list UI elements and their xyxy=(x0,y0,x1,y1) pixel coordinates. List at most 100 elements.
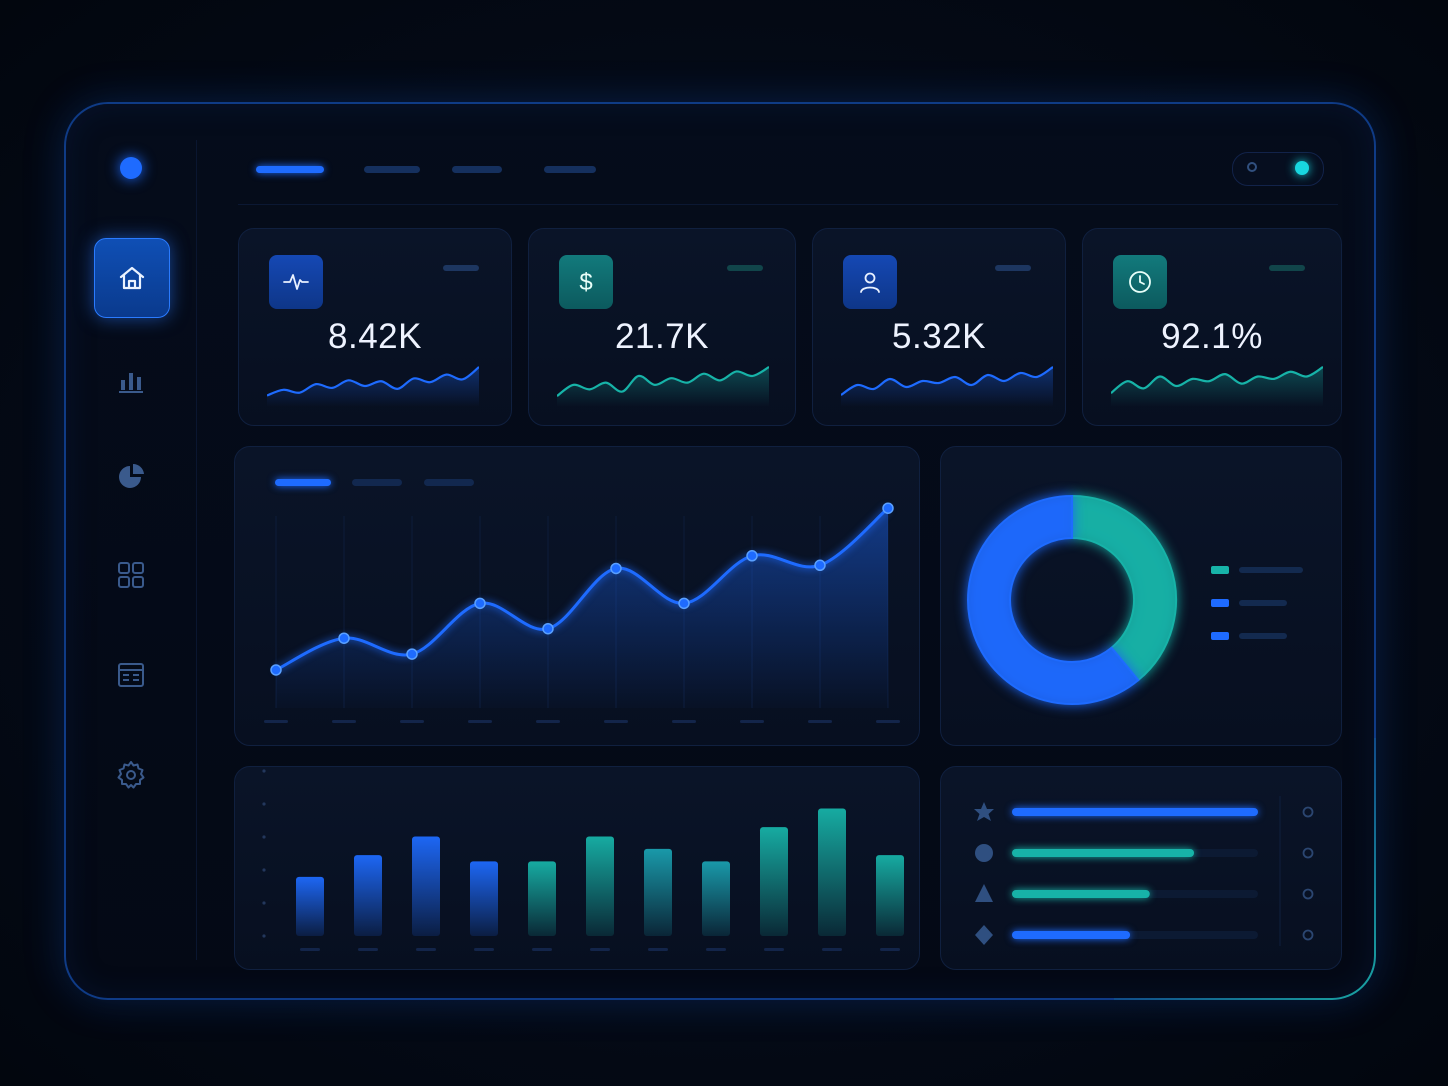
clock-icon xyxy=(1113,255,1167,309)
bar xyxy=(876,855,904,936)
legend-label xyxy=(1239,600,1287,606)
bar xyxy=(586,836,614,936)
kpi-badge xyxy=(995,265,1031,271)
kpi-card-uptime[interactable]: 92.1% xyxy=(1082,228,1342,426)
sidebar-item-home[interactable] xyxy=(94,238,170,318)
tab-2[interactable] xyxy=(364,166,420,173)
bar xyxy=(470,861,498,936)
x-tick-label xyxy=(672,720,696,723)
x-tick-label xyxy=(876,720,900,723)
x-tick-label xyxy=(400,720,424,723)
bar xyxy=(644,848,672,936)
x-tick-label xyxy=(740,720,764,723)
x-tick-label xyxy=(264,720,288,723)
dollar-icon: $ xyxy=(559,255,613,309)
x-tick-label xyxy=(468,720,492,723)
line-point xyxy=(814,559,826,572)
x-tick-label xyxy=(416,948,436,951)
bar xyxy=(760,827,788,936)
y-tick xyxy=(262,934,266,938)
bar-chart-icon xyxy=(119,373,143,393)
kpi-sparkline xyxy=(1111,366,1323,407)
settings-icon xyxy=(117,761,145,789)
svg-text:$: $ xyxy=(579,269,592,296)
x-tick-label xyxy=(822,948,842,951)
sidebar-item-settings[interactable] xyxy=(94,736,168,814)
kpi-card-activity[interactable]: 8.42K xyxy=(238,228,512,426)
grid-icon xyxy=(118,562,144,588)
progress-fill xyxy=(1012,808,1258,816)
x-tick-label xyxy=(590,948,610,951)
tab-overview[interactable] xyxy=(256,166,324,173)
activity-icon xyxy=(269,255,323,309)
sparkline-area xyxy=(557,367,769,407)
x-tick-label xyxy=(648,948,668,951)
line-point xyxy=(406,648,418,660)
legend-label xyxy=(1239,633,1287,639)
line-point xyxy=(746,550,758,562)
kpi-badge xyxy=(443,265,479,271)
bar-chart xyxy=(262,769,904,951)
sidebar-item-apps[interactable] xyxy=(94,536,168,614)
kpi-value: 92.1% xyxy=(1161,317,1263,356)
kpi-card-users[interactable]: 5.32K xyxy=(812,228,1066,426)
sidebar-divider xyxy=(196,140,197,960)
line-point xyxy=(610,562,622,575)
sparkline-area xyxy=(1111,367,1323,407)
line-point xyxy=(474,597,486,610)
legend-label xyxy=(1239,567,1303,573)
sidebar-item-analytics[interactable] xyxy=(94,340,168,418)
line-point xyxy=(678,597,690,610)
kpi-value: 21.7K xyxy=(615,317,709,356)
line-chart xyxy=(264,502,900,723)
x-tick-label xyxy=(536,720,560,723)
progress-list xyxy=(974,796,1314,946)
user-icon xyxy=(843,255,897,309)
x-tick-label xyxy=(764,948,784,951)
line-point xyxy=(542,622,554,635)
donut-chart xyxy=(967,494,1303,705)
line-point xyxy=(882,502,894,514)
kpi-sparkline xyxy=(841,366,1053,407)
sidebar-item-reports[interactable] xyxy=(94,438,168,516)
donut-slice xyxy=(1071,494,1177,682)
bar xyxy=(702,861,730,936)
bar xyxy=(296,876,324,936)
y-tick xyxy=(262,835,266,839)
tab-3[interactable] xyxy=(452,166,502,173)
x-tick-label xyxy=(358,948,378,951)
home-icon xyxy=(119,266,145,290)
line-area xyxy=(276,508,888,708)
kpi-card-revenue[interactable]: $ 21.7K xyxy=(528,228,796,426)
theme-toggle[interactable] xyxy=(1232,152,1324,186)
x-tick-label xyxy=(532,948,552,951)
tab-4[interactable] xyxy=(544,166,596,173)
triangle-icon xyxy=(975,884,993,902)
kpi-badge xyxy=(727,265,763,271)
row-radio xyxy=(1302,888,1314,900)
progress-fill xyxy=(1012,890,1150,898)
bar xyxy=(412,836,440,936)
kpi-badge xyxy=(1269,265,1305,271)
kpi-value: 5.32K xyxy=(892,317,986,356)
table-icon xyxy=(118,663,144,687)
legend-swatch xyxy=(1211,632,1229,640)
y-tick xyxy=(262,868,266,872)
y-tick xyxy=(262,802,266,806)
row-radio xyxy=(1302,806,1314,818)
y-tick xyxy=(262,901,266,905)
x-tick-label xyxy=(808,720,832,723)
pie-chart-icon xyxy=(119,463,144,488)
kpi-value: 8.42K xyxy=(328,317,422,356)
bar xyxy=(528,861,556,936)
x-tick-label xyxy=(332,720,356,723)
star-icon xyxy=(974,802,994,821)
bar xyxy=(354,855,382,936)
sidebar-item-table[interactable] xyxy=(94,636,168,714)
row-radio xyxy=(1302,929,1314,941)
header-divider xyxy=(238,204,1338,205)
kpi-sparkline xyxy=(267,366,479,407)
y-tick xyxy=(262,769,266,773)
line-point xyxy=(338,632,350,644)
x-tick-label xyxy=(706,948,726,951)
